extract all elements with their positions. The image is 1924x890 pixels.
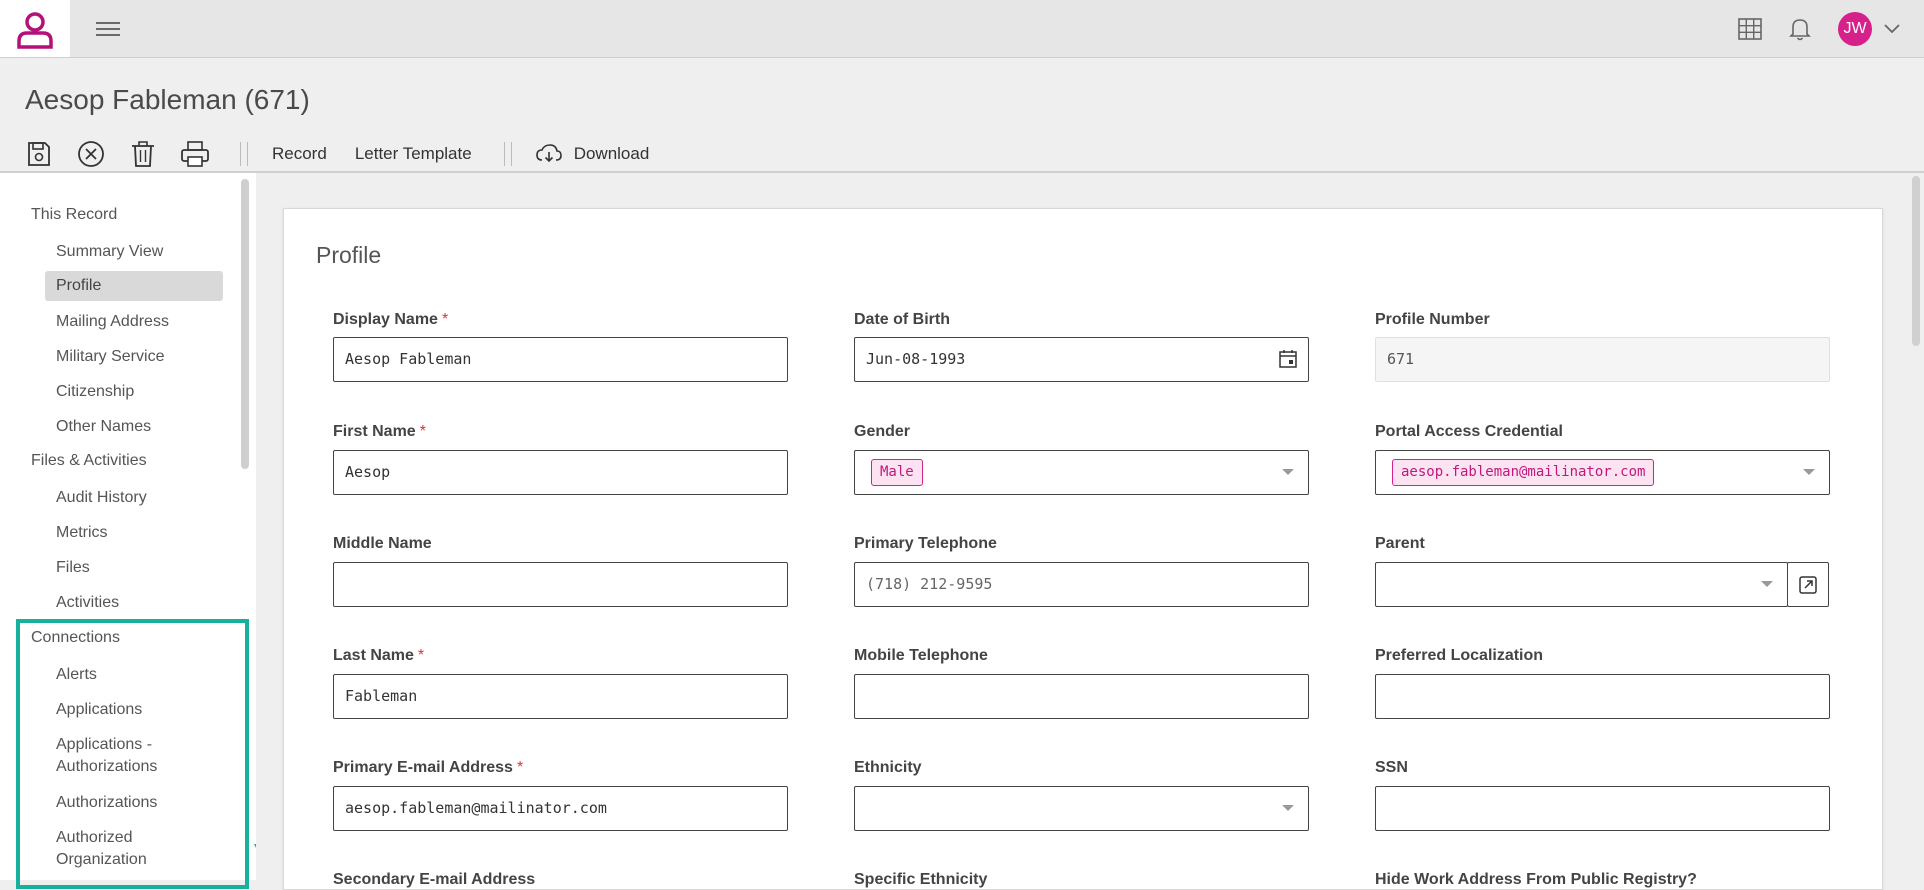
hide-work-address-label: Hide Work Address From Public Registry? [1375,871,1697,888]
main-scrollbar[interactable] [1912,176,1920,346]
secondary-email-label: Secondary E-mail Address [333,871,536,888]
avatar[interactable]: JW [1838,11,1872,46]
parent-label: Parent [1375,535,1425,552]
ssn-field[interactable] [1375,786,1830,831]
hamburger-icon[interactable] [96,18,120,38]
sidebar-item-files[interactable]: Files [56,557,90,579]
ethnicity-select[interactable] [854,786,1309,831]
gender-label: Gender [854,423,911,440]
top-bar: JW [0,0,1924,58]
primary-email-field[interactable]: aesop.fableman@mailinator.com [333,786,788,831]
portal-access-select[interactable]: aesop.fableman@mailinator.com [1375,450,1830,495]
delete-icon[interactable] [126,139,160,169]
profile-number-field: 671 [1375,337,1830,382]
sidebar-item-other-names[interactable]: Other Names [56,416,151,438]
chevron-down-icon[interactable] [1876,13,1908,45]
middle-name-field[interactable] [333,562,788,607]
sidebar-item-activities[interactable]: Activities [56,592,119,614]
grid-icon[interactable] [1734,13,1766,45]
preferred-localization-label: Preferred Localization [1375,647,1544,664]
top-right-controls: JW [1734,0,1924,57]
label-text: Primary E-mail Address [333,759,513,776]
middle-name-label: Middle Name [333,535,432,552]
sidebar-item-summary-view[interactable]: Summary View [56,241,163,263]
label-text: Display Name [333,311,438,328]
download-button[interactable]: Download [535,144,650,164]
section-title: Profile [316,242,382,268]
toolbar: Record Letter Template Download [22,139,649,169]
sidebar-item-citizenship[interactable]: Citizenship [56,381,134,403]
required-marker: * [419,423,426,440]
save-icon[interactable] [22,139,56,169]
dob-value: Jun-08-1993 [866,350,966,368]
download-icon [535,144,562,163]
person-logo-icon [17,11,53,49]
last-name-field[interactable]: Fableman [333,674,788,719]
profile-number-label: Profile Number [1375,311,1490,328]
connections-highlight-box [16,619,249,889]
toolbar-divider [240,142,248,166]
gender-select[interactable]: Male [854,450,1309,495]
mobile-telephone-field[interactable] [854,674,1309,719]
display-name-field[interactable]: Aesop Fableman [333,337,788,382]
app-logo[interactable] [0,0,70,57]
mobile-telephone-label: Mobile Telephone [854,647,988,664]
required-marker: * [516,759,524,776]
portal-access-label: Portal Access Credential [1375,423,1563,440]
ssn-label: SSN [1375,759,1408,776]
bell-icon[interactable] [1784,13,1816,45]
parent-select[interactable] [1375,562,1788,607]
primary-telephone-label: Primary Telephone [854,535,997,552]
sidebar-section-files-activities[interactable]: Files & Activities [31,452,147,470]
external-link-icon [1799,575,1817,594]
portal-access-chip[interactable]: aesop.fableman@mailinator.com [1392,459,1655,486]
display-name-label: Display Name * [333,311,448,329]
sidebar-item-military-service[interactable]: Military Service [56,346,164,368]
page-title: Aesop Fableman (671) [25,84,310,115]
toolbar-divider [503,142,512,166]
sidebar-section-this-record[interactable]: This Record [31,206,117,224]
sidebar-item-mailing-address[interactable]: Mailing Address [56,311,169,333]
cancel-icon[interactable] [74,139,108,169]
sidebar: This Record Summary View Profile Mailing… [0,173,256,889]
label-text: First Name [333,423,416,440]
sidebar-scrollbar[interactable] [241,179,249,469]
primary-email-label: Primary E-mail Address * [333,759,523,777]
sidebar-item-profile[interactable]: Profile [45,271,223,301]
gender-chip[interactable]: Male [871,459,923,486]
first-name-label: First Name * [333,423,426,441]
chevron-down-icon[interactable] [1282,469,1294,475]
sidebar-item-audit-history[interactable]: Audit History [56,487,147,509]
required-marker: * [441,311,449,328]
label-text: Last Name [333,647,414,664]
open-parent-button[interactable] [1787,562,1829,607]
calendar-icon[interactable] [1278,349,1298,369]
avatar-initials: JW [1843,19,1867,37]
primary-telephone-field[interactable]: (718) 212-9595 [854,562,1309,607]
first-name-field[interactable]: Aesop [333,450,788,495]
specific-ethnicity-label: Specific Ethnicity [854,871,988,888]
sidebar-item-metrics[interactable]: Metrics [56,522,108,544]
chevron-down-icon[interactable] [1803,469,1815,475]
letter-template-button[interactable]: Letter Template [355,144,472,164]
last-name-label: Last Name * [333,647,424,665]
print-icon[interactable] [178,139,212,169]
required-marker: * [417,647,425,664]
ethnicity-label: Ethnicity [854,759,922,776]
download-label: Download [573,144,650,163]
chevron-down-icon[interactable] [1761,581,1773,587]
dob-label: Date of Birth [854,311,950,328]
preferred-localization-field[interactable] [1375,674,1830,719]
record-button[interactable]: Record [272,144,327,164]
primary-telephone-value: (718) 212-9595 [866,575,993,593]
chevron-down-icon[interactable] [1282,805,1294,811]
dob-field[interactable]: Jun-08-1993 [854,337,1309,382]
